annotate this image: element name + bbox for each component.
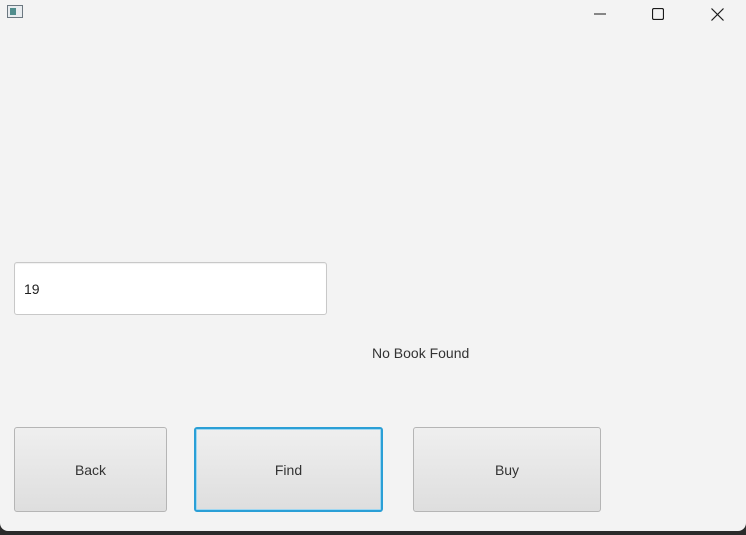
buy-button[interactable]: Buy bbox=[413, 427, 601, 512]
back-button[interactable]: Back bbox=[14, 427, 167, 512]
minimize-button[interactable] bbox=[571, 0, 629, 28]
close-icon bbox=[710, 7, 724, 21]
app-window-icon bbox=[7, 5, 23, 18]
minimize-icon bbox=[594, 13, 606, 15]
book-id-input[interactable] bbox=[14, 262, 327, 315]
find-button[interactable]: Find bbox=[194, 427, 383, 512]
maximize-icon bbox=[652, 8, 664, 20]
maximize-button[interactable] bbox=[629, 0, 687, 28]
status-label: No Book Found bbox=[372, 345, 470, 361]
app-window: No Book Found Back Find Buy bbox=[0, 0, 746, 531]
close-button[interactable] bbox=[688, 0, 746, 28]
title-bar[interactable] bbox=[0, 0, 746, 28]
